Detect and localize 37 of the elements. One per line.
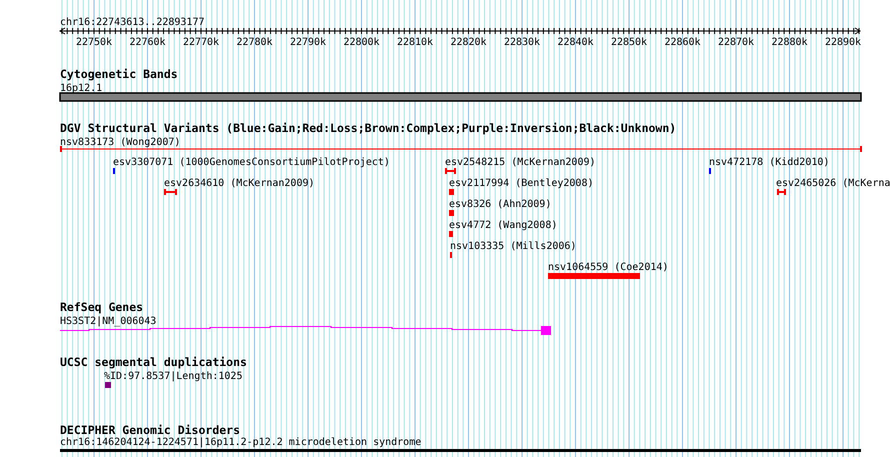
- tick-label: 22750k: [76, 37, 112, 48]
- tick-label: 22860k: [664, 37, 701, 48]
- range-label: chr16:22743613..22893177: [60, 17, 204, 28]
- tick-label: 22790k: [290, 37, 326, 48]
- tick-label: 22820k: [450, 37, 487, 48]
- track-title: DECIPHER Genomic Disorders: [60, 423, 240, 437]
- variant-label: nsv833173 (Wong2007): [60, 137, 180, 148]
- tick-label: 22830k: [504, 37, 540, 48]
- variant-label: esv8326 (Ahn2009): [449, 199, 552, 210]
- gene-label: HS3ST2|NM_006043: [60, 316, 156, 327]
- variant-label: nsv1064559 (Coe2014): [548, 262, 668, 273]
- tick-label: 22780k: [236, 37, 273, 48]
- track-title: DGV Structural Variants (Blue:Gain;Red:Loss;Brown:Complex;Purple:Inversion;Black:Unknown): [60, 121, 676, 135]
- tick-label: 22770k: [182, 37, 220, 48]
- variant-label: esv3307071 (1000GenomesConsortiumPilotProject): [113, 157, 390, 168]
- variant-label: nsv103335 (Mills2006): [450, 241, 576, 252]
- track-title: UCSC segmental duplications: [60, 355, 247, 369]
- variant-label: esv2465026 (McKerna: [776, 178, 890, 189]
- variant-label: esv2634610 (McKernan2009): [164, 178, 315, 189]
- duplication-label: %ID:97.8537|Length:1025: [104, 371, 242, 382]
- variant-label: esv2117994 (Bentley2008): [449, 178, 594, 189]
- tick-label: 22880k: [771, 37, 808, 48]
- tick-label: 22850k: [610, 37, 648, 48]
- duplication-block: [105, 382, 111, 388]
- variant-label: nsv472178 (Kidd2010): [709, 157, 830, 168]
- tick-label: 22890k: [824, 37, 862, 48]
- tick-label: 22810k: [396, 37, 434, 48]
- tick-label: 22870k: [718, 37, 754, 48]
- disorder-label: chr16:146204124-1224571|16p11.2-p12.2 microdeletion syndrome: [60, 437, 422, 448]
- variant-label: esv2548215 (McKernan2009): [445, 157, 596, 168]
- tick-label: 22800k: [343, 37, 380, 48]
- track-title: RefSeq Genes: [60, 300, 144, 314]
- band-label: 16p12.1: [60, 83, 102, 94]
- variant-label: esv4772 (Wang2008): [449, 220, 558, 231]
- tick-label: 22840k: [557, 37, 594, 48]
- tick-label: 22760k: [129, 37, 166, 48]
- track-title: Cytogenetic Bands: [60, 67, 178, 81]
